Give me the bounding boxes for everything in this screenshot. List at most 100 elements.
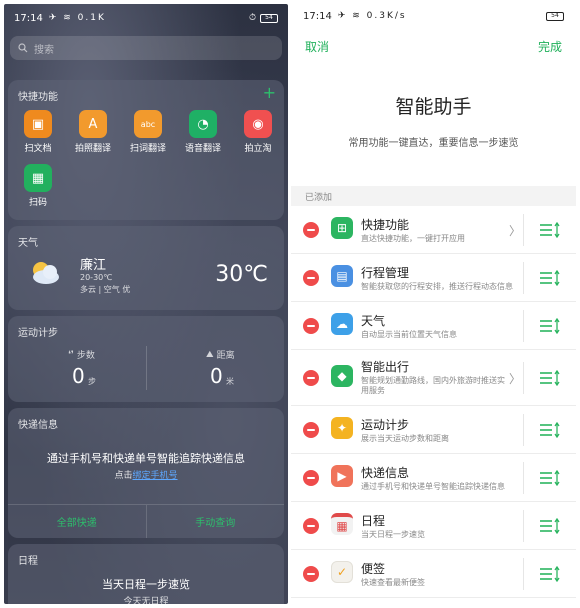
add-icon[interactable]: + bbox=[263, 83, 276, 102]
weather-temp: 30℃ bbox=[215, 262, 268, 287]
list-item-delivery[interactable]: ▶ 快递信息 通过手机号和快递单号智能追踪快递信息 bbox=[291, 454, 576, 502]
drag-handle-icon[interactable] bbox=[539, 370, 561, 386]
divider bbox=[523, 214, 524, 246]
item-desc: 快速查看最新便签 bbox=[361, 578, 425, 587]
shortcut-voice-translate[interactable]: ◔ 语音翻译 bbox=[181, 110, 225, 154]
bind-phone-link[interactable]: 绑定手机号 bbox=[133, 471, 178, 481]
item-desc: 直达快捷功能，一键打开应用 bbox=[361, 234, 465, 243]
list-item-schedule[interactable]: ▦ 日程 当天日程一步速览 bbox=[291, 502, 576, 550]
item-name: 日程 bbox=[361, 514, 386, 528]
divider bbox=[523, 462, 524, 494]
list-item-travel[interactable]: ◆ 智能出行 智能规划通勤路线，国内外旅游时推送实用服务 〉 bbox=[291, 350, 576, 406]
item-name: 快捷功能 bbox=[361, 218, 410, 232]
item-name: 天气 bbox=[361, 314, 386, 328]
distance-head: ⛰ 距离 bbox=[206, 349, 235, 362]
manual-query-button[interactable]: 手动查询 bbox=[145, 505, 285, 538]
status-icons: ✈ ≋ 0.3K/s bbox=[337, 11, 407, 21]
travel-icon: ◆ bbox=[331, 365, 353, 387]
shortcut-word-scan[interactable]: abc 扫词翻译 bbox=[126, 110, 170, 154]
shortcut-label: 扫码 bbox=[28, 198, 47, 208]
item-desc: 展示当天运动步数和距离 bbox=[361, 434, 449, 443]
shortcuts-icon: ⊞ bbox=[331, 217, 353, 239]
search-icon bbox=[18, 43, 28, 53]
alarm-icon: ⏱ bbox=[248, 13, 256, 23]
all-express-button[interactable]: 全部快递 bbox=[8, 505, 146, 538]
remove-button[interactable] bbox=[303, 518, 319, 534]
remove-button[interactable] bbox=[303, 318, 319, 334]
list-item-steps[interactable]: ✦ 运动计步 展示当天运动步数和距离 bbox=[291, 406, 576, 454]
status-time: 17:14 bbox=[14, 12, 43, 24]
shortcut-label: 扫词翻译 bbox=[129, 144, 166, 154]
shortcut-label: 语音翻译 bbox=[184, 144, 221, 154]
chevron-right-icon[interactable]: 〉 bbox=[509, 222, 521, 239]
card-title: 天气 bbox=[18, 238, 38, 249]
status-icons: ✈ ≋ 0.1K bbox=[48, 13, 106, 23]
drag-handle-icon[interactable] bbox=[539, 222, 561, 238]
delivery-icon: ▶ bbox=[331, 465, 353, 487]
distance-value: 0 bbox=[210, 364, 223, 388]
weather-desc: 多云 | 空气 优 bbox=[80, 285, 131, 294]
drag-handle-icon[interactable] bbox=[539, 270, 561, 286]
qr-scan-icon: ▦ bbox=[24, 164, 52, 192]
chevron-right-icon[interactable]: 〉 bbox=[509, 370, 521, 387]
search-bar[interactable]: 搜索 bbox=[10, 36, 282, 60]
cancel-button[interactable]: 取消 bbox=[305, 38, 329, 55]
item-name: 快递信息 bbox=[361, 466, 410, 480]
widget-dashboard: 17:14 ✈ ≋ 0.1K ⏱ 54 搜索 快捷功能 + ▣ 扫文档 A 拍照… bbox=[4, 4, 288, 604]
list-item-notes[interactable]: ✓ 便签 快速查看最新便签 bbox=[291, 550, 576, 598]
divider bbox=[523, 558, 524, 590]
list-item-itinerary[interactable]: ▤ 行程管理 智能获取您的行程安排，推送行程动态信息 bbox=[291, 254, 576, 302]
drag-handle-icon[interactable] bbox=[539, 566, 561, 582]
item-desc: 自动显示当前位置天气信息 bbox=[361, 330, 457, 339]
item-desc: 智能规划通勤路线，国内外旅游时推送实用服务 bbox=[361, 376, 505, 395]
schedule-sub-text: 今天无日程 bbox=[123, 597, 169, 604]
note-icon: ✓ bbox=[331, 561, 353, 583]
drag-handle-icon[interactable] bbox=[539, 422, 561, 438]
footprint-icon: ❛❜ bbox=[68, 349, 74, 360]
done-button[interactable]: 完成 bbox=[538, 38, 562, 55]
card-title: 快捷功能 bbox=[18, 92, 58, 103]
remove-button[interactable] bbox=[303, 470, 319, 486]
weather-icon: ☁ bbox=[331, 313, 353, 335]
remove-button[interactable] bbox=[303, 566, 319, 582]
weather-range: 20-30℃ bbox=[80, 273, 113, 282]
itinerary-icon: ▤ bbox=[331, 265, 353, 287]
steps-column: ❛❜ 步数 0 步 bbox=[8, 342, 146, 398]
divider bbox=[523, 414, 524, 446]
cloud-icon bbox=[33, 262, 59, 284]
drag-handle-icon[interactable] bbox=[539, 518, 561, 534]
status-bar: 17:14 ✈ ≋ 0.3K/s 54 bbox=[291, 4, 576, 28]
card-title: 快递信息 bbox=[18, 420, 58, 431]
shortcut-doc-scan[interactable]: ▣ 扫文档 bbox=[16, 110, 60, 154]
section-header: 已添加 bbox=[291, 186, 576, 206]
remove-button[interactable] bbox=[303, 370, 319, 386]
divider bbox=[523, 362, 524, 394]
search-placeholder: 搜索 bbox=[34, 44, 54, 56]
camera-icon: ◉ bbox=[244, 110, 272, 138]
word-scan-icon: abc bbox=[134, 110, 162, 138]
remove-button[interactable] bbox=[303, 422, 319, 438]
schedule-card[interactable]: 日程 当天日程一步速览 今天无日程 bbox=[8, 544, 284, 604]
divider bbox=[523, 262, 524, 294]
drag-handle-icon[interactable] bbox=[539, 318, 561, 334]
list-item-weather[interactable]: ☁ 天气 自动显示当前位置天气信息 bbox=[291, 302, 576, 350]
steps-card[interactable]: 运动计步 ❛❜ 步数 0 步 ⛰ 距离 0 米 bbox=[8, 316, 284, 402]
distance-column: ⛰ 距离 0 米 bbox=[146, 342, 284, 398]
drag-handle-icon[interactable] bbox=[539, 470, 561, 486]
shortcut-camera[interactable]: ◉ 拍立淘 bbox=[236, 110, 280, 154]
doc-scan-icon: ▣ bbox=[24, 110, 52, 138]
list-item-shortcuts[interactable]: ⊞ 快捷功能 直达快捷功能，一键打开应用 〉 bbox=[291, 206, 576, 254]
page-subtitle: 常用功能一键直达，重要信息一步速览 bbox=[348, 138, 519, 149]
item-desc: 当天日程一步速览 bbox=[361, 530, 425, 539]
weather-city: 廉江 bbox=[80, 258, 107, 273]
shortcut-qr-scan[interactable]: ▦ 扫码 bbox=[16, 164, 60, 208]
card-title: 日程 bbox=[18, 556, 38, 567]
remove-button[interactable] bbox=[303, 270, 319, 286]
nav-bar: 取消 完成 bbox=[291, 34, 576, 58]
remove-button[interactable] bbox=[303, 222, 319, 238]
voice-translate-icon: ◔ bbox=[189, 110, 217, 138]
assistant-settings: 17:14 ✈ ≋ 0.3K/s 54 取消 完成 智能助手 常用功能一键直达，… bbox=[291, 4, 576, 604]
weather-card[interactable]: 天气 廉江 20-30℃ 多云 | 空气 优 30℃ bbox=[8, 226, 284, 310]
shortcut-photo-translate[interactable]: A 拍照翻译 bbox=[71, 110, 115, 154]
item-desc: 智能获取您的行程安排，推送行程动态信息 bbox=[361, 282, 513, 291]
